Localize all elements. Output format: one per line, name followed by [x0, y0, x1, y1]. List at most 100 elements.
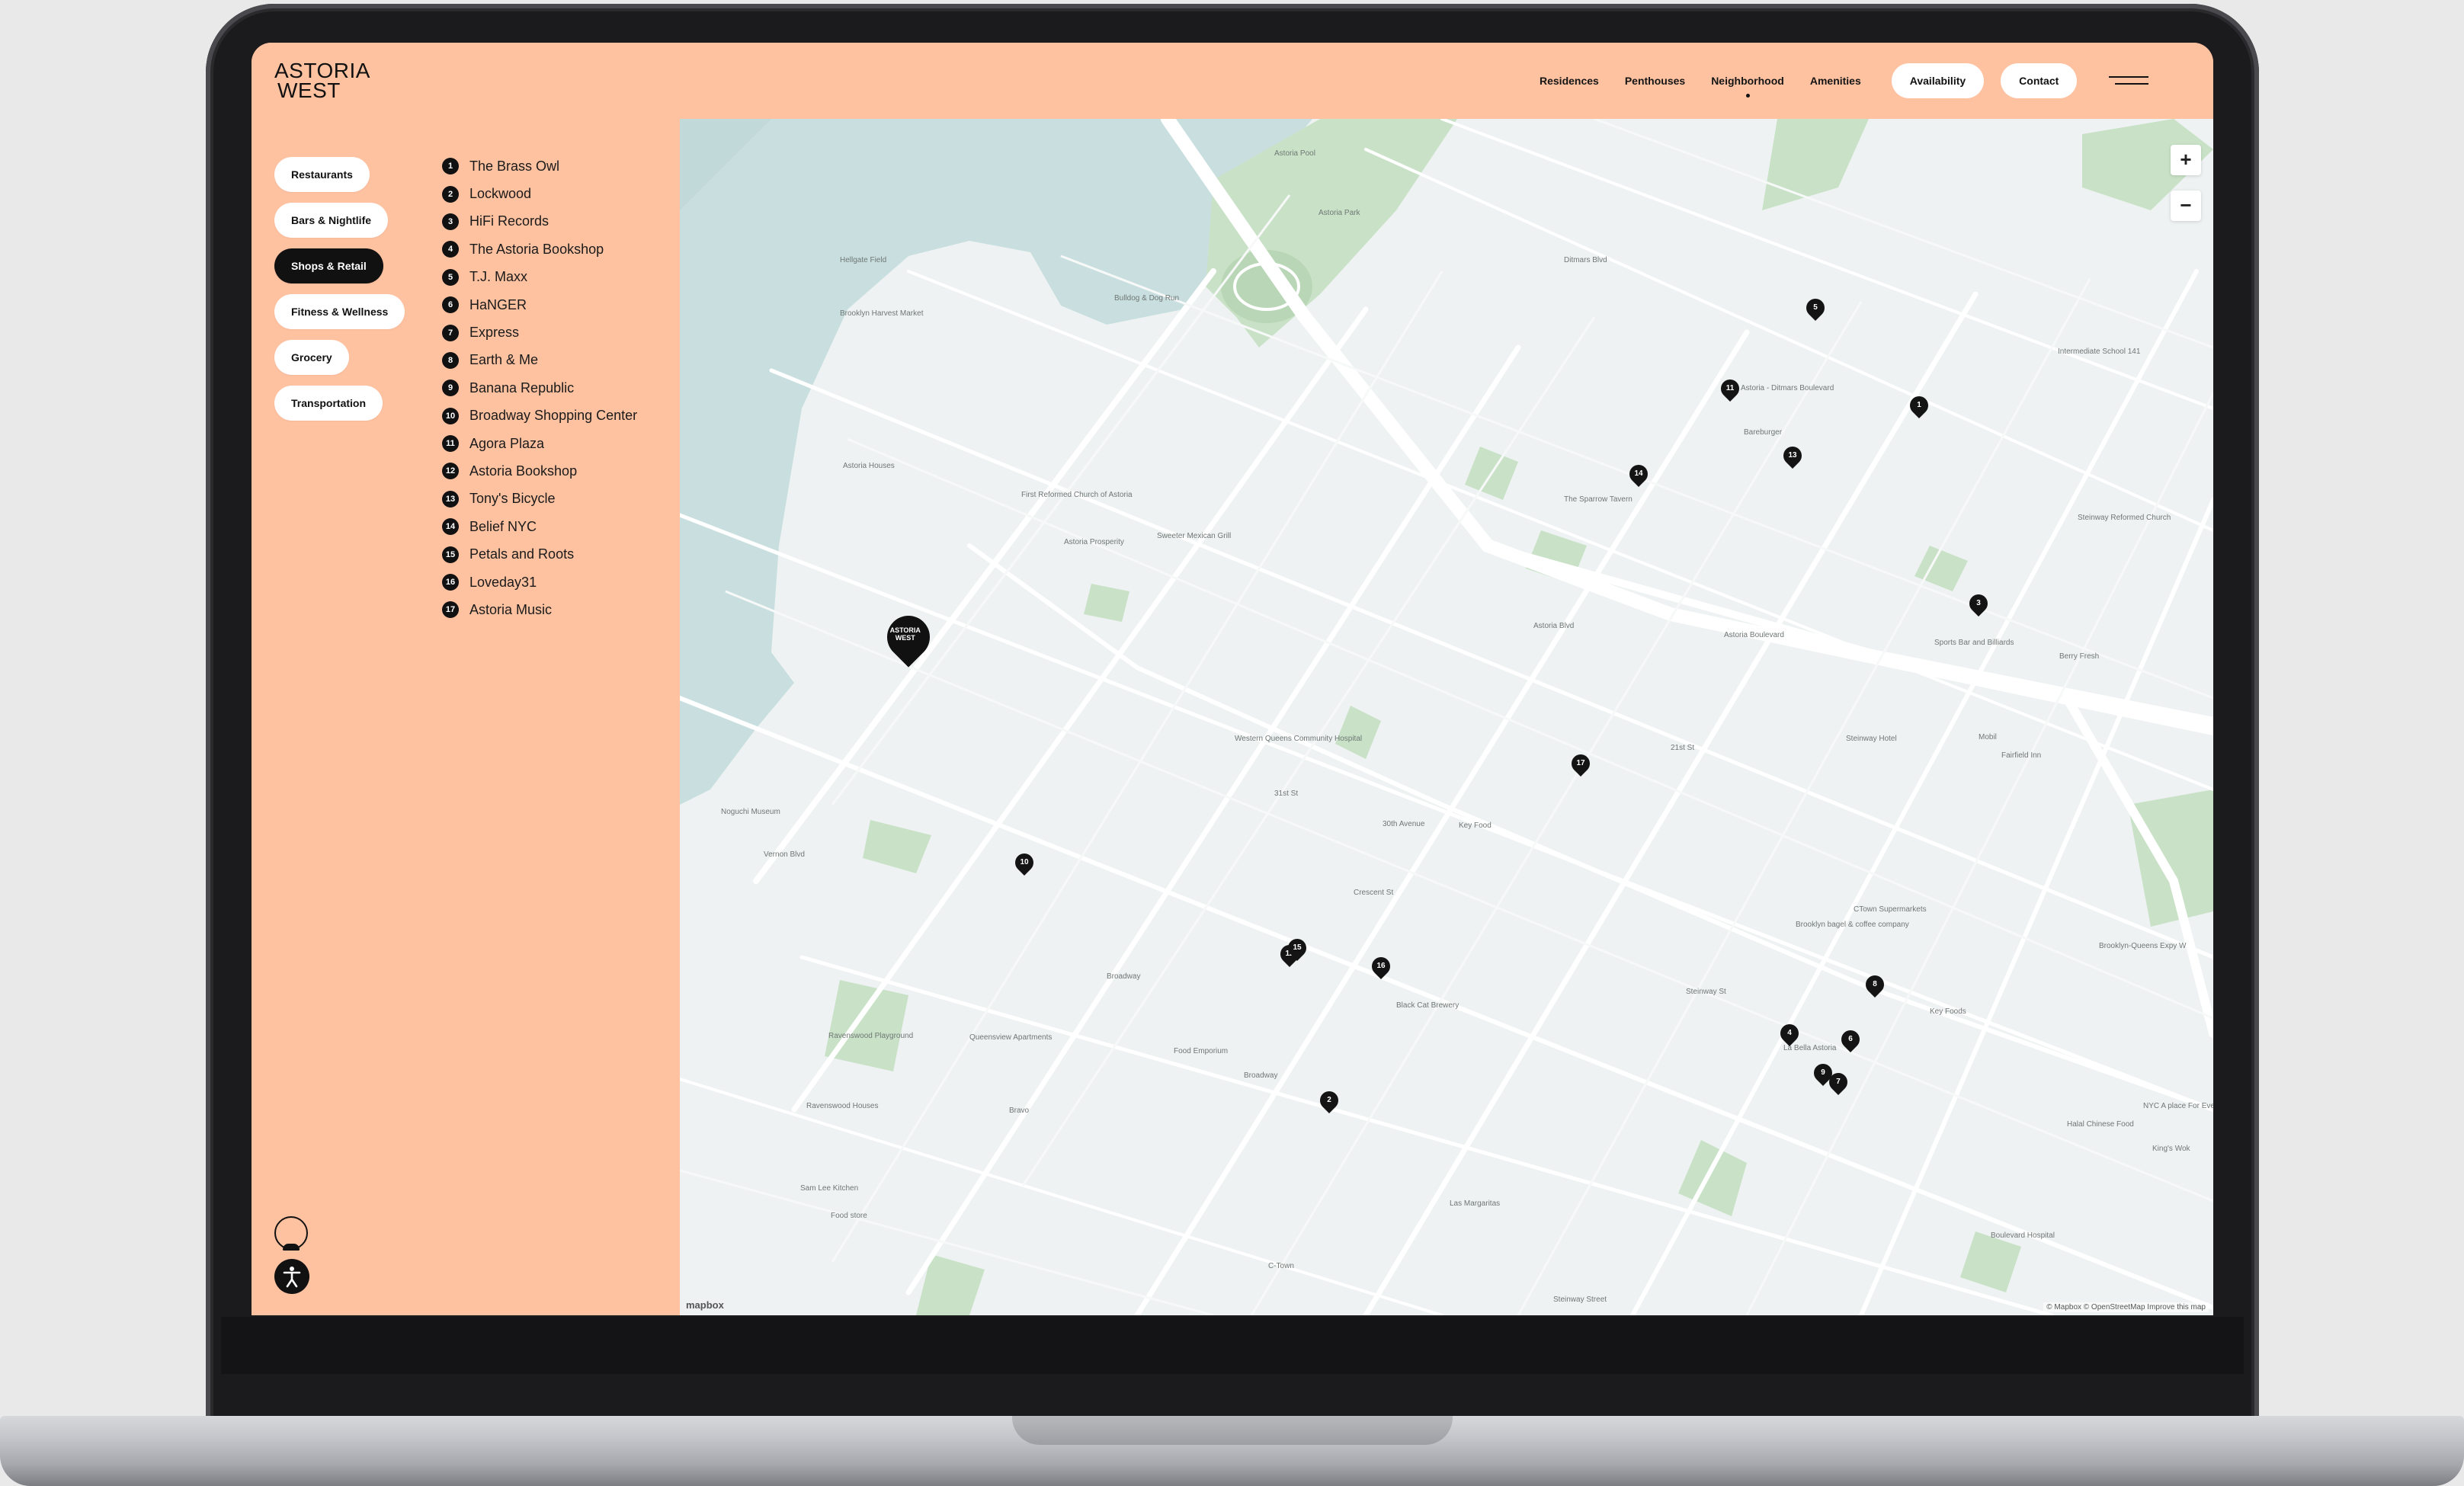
place-name: The Astoria Bookshop	[469, 241, 604, 257]
place-number-badge: 17	[442, 601, 459, 619]
map-label: Brooklyn bagel & coffee company	[1796, 921, 1909, 929]
map-marker-2[interactable]: 2	[1316, 1087, 1342, 1113]
category-grocery[interactable]: Grocery	[274, 340, 349, 375]
list-item[interactable]: 7 Express	[442, 319, 637, 346]
list-item[interactable]: 9 Banana Republic	[442, 374, 637, 402]
minor-streets	[680, 119, 2213, 1315]
map-marker-5[interactable]: 5	[1802, 295, 1828, 321]
list-item[interactable]: 1 The Brass Owl	[442, 152, 637, 180]
map-label: Brooklyn-Queens Expy W	[2099, 942, 2187, 950]
place-name: HiFi Records	[469, 213, 550, 229]
map-marker-14[interactable]: 14	[1626, 461, 1652, 487]
map-marker-number: 14	[1634, 469, 1643, 478]
place-name: Astoria Bookshop	[469, 463, 578, 479]
nav-neighborhood[interactable]: Neighborhood	[1711, 75, 1784, 98]
map-marker-number: 5	[1813, 303, 1818, 312]
map-label: Astoria Houses	[843, 462, 895, 470]
brand-logo[interactable]: ASTORIA WEST	[274, 60, 389, 101]
map-attribution[interactable]: © Mapbox © OpenStreetMap Improve this ma…	[2043, 1302, 2209, 1312]
map-label: Astoria Boulevard	[1724, 631, 1784, 639]
category-fitness-wellness[interactable]: Fitness & Wellness	[274, 294, 405, 329]
map-marker-13[interactable]: 13	[1780, 443, 1806, 469]
map-label: Mobil	[1979, 733, 1997, 741]
place-name: The Brass Owl	[469, 158, 560, 174]
map-marker-17[interactable]: 17	[1568, 751, 1594, 777]
map-marker-number: 16	[1376, 962, 1386, 970]
map-marker-4[interactable]: 4	[1777, 1020, 1802, 1046]
zoom-out-button[interactable]: −	[2171, 191, 2201, 221]
list-item[interactable]: 11 Agora Plaza	[442, 430, 637, 457]
map-label: 31st St	[1274, 789, 1299, 798]
nav-penthouses[interactable]: Penthouses	[1625, 75, 1685, 87]
map-marker-6[interactable]: 6	[1838, 1026, 1863, 1052]
category-shops-retail[interactable]: Shops & Retail	[274, 248, 383, 283]
map-marker-9[interactable]: 9	[1810, 1060, 1836, 1086]
map-label: Berry Fresh	[2059, 652, 2100, 661]
map-marker-number: 11	[1725, 384, 1735, 392]
zoom-in-button[interactable]: +	[2171, 145, 2201, 175]
place-number-badge: 13	[442, 490, 459, 508]
list-item[interactable]: 6 HaNGER	[442, 291, 637, 319]
map-label: Key Foods	[1930, 1007, 1966, 1016]
main-nav: Residences Penthouses Neighborhood Ameni…	[1540, 43, 2149, 119]
language-globe-icon[interactable]	[274, 1216, 308, 1251]
park-small-2	[1084, 584, 1129, 622]
category-bars-nightlife[interactable]: Bars & Nightlife	[274, 203, 389, 238]
map-label: Steinway Reformed Church	[2078, 514, 2171, 522]
hamburger-menu-icon[interactable]	[2109, 75, 2149, 87]
map-marker-1[interactable]: 1	[1906, 392, 1932, 418]
contact-button[interactable]: Contact	[2001, 63, 2078, 98]
accessibility-icon[interactable]	[274, 1259, 309, 1294]
map-marker-number: 3	[1976, 599, 1981, 607]
map-label: Sam Lee Kitchen	[800, 1184, 859, 1193]
map[interactable]: Astoria Park Hellgate Field Astoria Pool Bu…	[680, 119, 2213, 1315]
map-marker-11[interactable]: 11	[1717, 376, 1743, 402]
mapbox-logo[interactable]: mapbox	[686, 1299, 724, 1311]
park-east	[2128, 789, 2213, 927]
map-marker-number: 8	[1873, 980, 1877, 988]
list-item[interactable]: 10 Broadway Shopping Center	[442, 402, 637, 430]
list-item[interactable]: 16 Loveday31	[442, 568, 637, 596]
map-marker-3[interactable]: 3	[1966, 591, 1991, 616]
list-item[interactable]: 12 Astoria Bookshop	[442, 457, 637, 485]
list-item[interactable]: 13 Tony's Bicycle	[442, 485, 637, 513]
list-item[interactable]: 4 The Astoria Bookshop	[442, 235, 637, 263]
map-marker-number: 2	[1327, 1096, 1331, 1104]
map-canvas[interactable]	[680, 119, 2213, 1315]
list-item[interactable]: 3 HiFi Records	[442, 208, 637, 235]
map-marker-number: 10	[1020, 858, 1029, 866]
map-marker-8[interactable]: 8	[1862, 972, 1888, 998]
map-label: Steinway Hotel	[1846, 735, 1897, 743]
place-number-badge: 9	[442, 380, 459, 397]
map-label: Vernon Blvd	[764, 850, 805, 859]
nav-residences[interactable]: Residences	[1540, 75, 1599, 87]
map-label: Hellgate Field	[840, 256, 887, 264]
category-restaurants[interactable]: Restaurants	[274, 157, 370, 192]
place-number-badge: 15	[442, 546, 459, 563]
place-name: Petals and Roots	[469, 546, 575, 562]
map-marker-16[interactable]: 16	[1368, 953, 1394, 979]
map-label: The Sparrow Tavern	[1564, 495, 1633, 504]
map-label: Crescent St	[1354, 889, 1394, 897]
availability-button[interactable]: Availability	[1891, 63, 1985, 98]
place-number-badge: 1	[442, 158, 459, 175]
list-item[interactable]: 8 Earth & Me	[442, 347, 637, 374]
list-item[interactable]: 2 Lockwood	[442, 180, 637, 207]
list-item[interactable]: 15 Petals and Roots	[442, 540, 637, 568]
nav-amenities[interactable]: Amenities	[1810, 75, 1861, 87]
map-marker-15[interactable]: 15	[1284, 935, 1310, 961]
map-label: Astoria Park	[1319, 209, 1360, 217]
category-transportation[interactable]: Transportation	[274, 386, 383, 421]
place-name: Banana Republic	[469, 380, 575, 396]
map-marker-number: 4	[1787, 1029, 1792, 1037]
map-label: Intermediate School 141	[2058, 347, 2141, 356]
list-item[interactable]: 5 T.J. Maxx	[442, 264, 637, 291]
map-label: Ravenswood Houses	[806, 1102, 879, 1110]
place-number-badge: 12	[442, 463, 459, 480]
place-name: HaNGER	[469, 296, 527, 312]
place-name: Belief NYC	[469, 518, 537, 534]
map-marker-number: 1	[1917, 401, 1921, 409]
list-item[interactable]: 17 Astoria Music	[442, 596, 637, 623]
list-item[interactable]: 14 Belief NYC	[442, 513, 637, 540]
map-marker-10[interactable]: 10	[1011, 850, 1037, 876]
